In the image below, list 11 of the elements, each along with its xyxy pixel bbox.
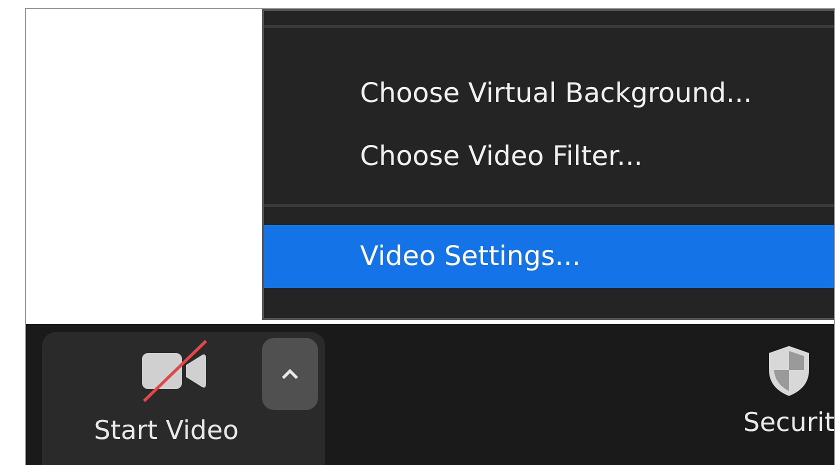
video-options-button[interactable] — [262, 338, 318, 410]
menu-item[interactable]: Video Settings... — [264, 225, 834, 288]
video-off-icon — [140, 339, 210, 403]
shield-icon — [767, 344, 811, 398]
button-label: Start Video — [94, 416, 239, 446]
caret-icon — [280, 367, 300, 381]
menu-item[interactable]: Choose Virtual Background... — [264, 62, 834, 125]
menu-item[interactable]: Choose Video Filter... — [264, 125, 834, 188]
button-label: Securit — [743, 408, 835, 438]
start-video-button[interactable]: Start Video — [42, 332, 325, 465]
security-button[interactable]: Securit — [734, 332, 840, 465]
